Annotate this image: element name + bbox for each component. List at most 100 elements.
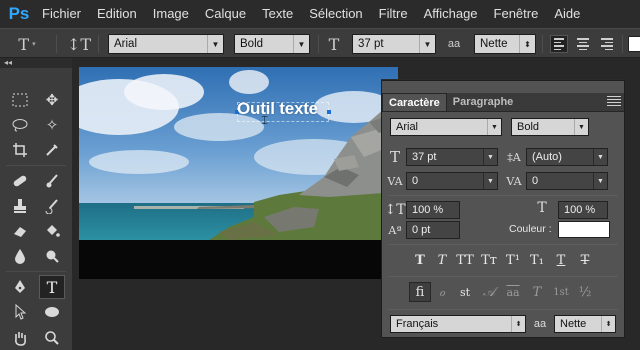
align-right-button[interactable]	[598, 35, 616, 53]
options-bar: T ▾ ↕T Arial ▼ Bold ▼ T 37 pt ▼ aa Nette …	[0, 28, 640, 58]
chevron-down-icon: ▼	[293, 35, 309, 53]
menu-aide[interactable]: Aide	[546, 0, 588, 28]
panel-antialias-dropdown[interactable]: Nette ⬍	[554, 315, 616, 333]
antialias-dropdown[interactable]: Nette ⬍	[474, 34, 536, 54]
faux-italic-button[interactable]: T	[431, 250, 453, 270]
panel-font-size-value: 37 pt	[412, 151, 437, 163]
kerning-icon: VA	[387, 174, 403, 188]
baseline-shift-icon: Aª	[388, 223, 402, 237]
horizontal-scale-value: 100 %	[564, 204, 596, 216]
crop-icon[interactable]	[7, 138, 33, 162]
font-size-dropdown[interactable]: 37 pt ▼	[352, 34, 436, 54]
path-selection-icon[interactable]	[7, 300, 33, 324]
magic-wand-icon[interactable]: ✧	[39, 113, 65, 137]
all-caps-button[interactable]: TT	[454, 250, 476, 270]
history-brush-icon[interactable]	[39, 194, 65, 218]
menu-image[interactable]: Image	[145, 0, 197, 28]
chevron-down-icon: ▼	[574, 119, 588, 135]
panel-tracking-dropdown[interactable]: 0 ▼	[526, 172, 608, 190]
toggle-orientation-icon[interactable]: ↕T	[67, 34, 91, 54]
language-value: Français	[396, 318, 439, 330]
text-cursor-icon: ⌶	[261, 113, 269, 127]
text-color-swatch[interactable]	[628, 36, 640, 52]
superscript-button[interactable]: T¹	[502, 250, 524, 270]
tab-caractere[interactable]: Caractère	[382, 93, 447, 111]
eraser-icon[interactable]	[7, 219, 33, 243]
baseline-shift-field[interactable]: 0 pt	[406, 221, 460, 239]
subscript-button[interactable]: T₁	[526, 250, 548, 270]
color-swatch[interactable]	[558, 221, 610, 238]
contextual-alternates-button[interactable]: st	[454, 282, 476, 302]
font-size-value: 37 pt	[358, 38, 384, 50]
lasso-icon[interactable]	[7, 113, 33, 137]
tools-panel-collapse[interactable]: ◂◂	[0, 58, 72, 68]
font-style-dropdown[interactable]: Bold ▼	[234, 34, 310, 54]
align-center-button[interactable]	[574, 35, 592, 53]
panel-menu-icon[interactable]	[607, 95, 621, 107]
type-tool-preset-icon[interactable]: T ▾	[10, 34, 44, 54]
canvas-text-layer[interactable]: Outil texte	[237, 99, 318, 119]
document-empty-area	[79, 240, 398, 279]
strikethrough-button[interactable]: T	[574, 250, 596, 270]
menu-bar: Ps Fichier Edition Image Calque Texte Sé…	[0, 0, 640, 28]
menu-texte[interactable]: Texte	[254, 0, 301, 28]
panel-kerning-value: 0	[412, 175, 419, 187]
align-left-button[interactable]	[550, 35, 568, 53]
hand-icon[interactable]	[7, 326, 33, 350]
font-family-dropdown[interactable]: Arial ▼	[108, 34, 224, 54]
paint-bucket-icon[interactable]	[39, 219, 65, 243]
vertical-scale-value: 100 %	[412, 204, 444, 216]
panel-font-style-dropdown[interactable]: Bold ▼	[511, 118, 589, 136]
language-dropdown[interactable]: Français ⬍	[390, 315, 526, 333]
vertical-scale-field[interactable]: 100 %	[406, 201, 460, 219]
tab-paragraphe[interactable]: Paragraphe	[447, 93, 520, 111]
type-tool-icon[interactable]: T	[39, 275, 65, 299]
clone-stamp-icon[interactable]	[7, 194, 33, 218]
ellipse-shape-icon[interactable]	[39, 300, 65, 324]
brush-icon[interactable]	[39, 169, 65, 193]
menu-fenetre[interactable]: Fenêtre	[486, 0, 547, 28]
leading-icon: ‡A	[507, 150, 521, 164]
dodge-icon[interactable]	[39, 244, 65, 268]
ligatures-button[interactable]: ﬁ	[409, 282, 431, 302]
font-style-value: Bold	[240, 38, 264, 50]
move-tool-icon[interactable]: ✥	[39, 88, 65, 112]
blur-icon[interactable]	[7, 244, 33, 268]
tracking-icon: VA	[506, 174, 522, 188]
chevron-down-icon: ▼	[593, 173, 607, 189]
healing-brush-icon[interactable]	[7, 169, 33, 193]
stylistic-alternates-button[interactable]: aa	[502, 282, 524, 302]
document[interactable]: Outil texte ⌶	[79, 67, 398, 279]
small-caps-button[interactable]: Tт	[478, 250, 500, 270]
horizontal-scale-field[interactable]: 100 %	[558, 201, 608, 219]
font-size-icon: T	[389, 148, 400, 166]
rectangular-marquee-icon[interactable]	[7, 88, 33, 112]
panel-kerning-dropdown[interactable]: 0 ▼	[406, 172, 498, 190]
swash-button[interactable]: 𝒜	[478, 282, 500, 302]
menu-filtre[interactable]: Filtre	[371, 0, 416, 28]
panel-leading-dropdown[interactable]: (Auto) ▼	[526, 148, 608, 166]
menu-affichage[interactable]: Affichage	[416, 0, 486, 28]
faux-bold-button[interactable]: T	[409, 250, 431, 270]
ordinals-button[interactable]: 1st	[550, 282, 572, 302]
pen-icon[interactable]	[7, 275, 33, 299]
underline-button[interactable]: T	[550, 250, 572, 270]
font-size-icon: T	[328, 34, 340, 54]
text-handle-right[interactable]	[327, 110, 331, 114]
titling-alternates-button[interactable]: T	[526, 282, 548, 302]
chevron-down-icon: ▼	[419, 35, 435, 53]
chevron-down-icon: ▼	[593, 149, 607, 165]
chevron-updown-icon: ⬍	[519, 35, 535, 53]
menu-selection[interactable]: Sélection	[301, 0, 370, 28]
discretionary-ligatures-button[interactable]: ℴ	[431, 282, 453, 302]
panel-font-size-dropdown[interactable]: 37 pt ▼	[406, 148, 498, 166]
menu-edition[interactable]: Edition	[89, 0, 145, 28]
panel-font-family-dropdown[interactable]: Arial ▼	[390, 118, 502, 136]
menu-calque[interactable]: Calque	[197, 0, 254, 28]
fractions-button[interactable]: ½	[574, 282, 596, 302]
chevron-down-icon: ▼	[483, 173, 497, 189]
menu-fichier[interactable]: Fichier	[34, 0, 89, 28]
document-photo	[79, 67, 398, 240]
eyedropper-icon[interactable]	[39, 138, 65, 162]
zoom-icon[interactable]	[39, 326, 65, 350]
